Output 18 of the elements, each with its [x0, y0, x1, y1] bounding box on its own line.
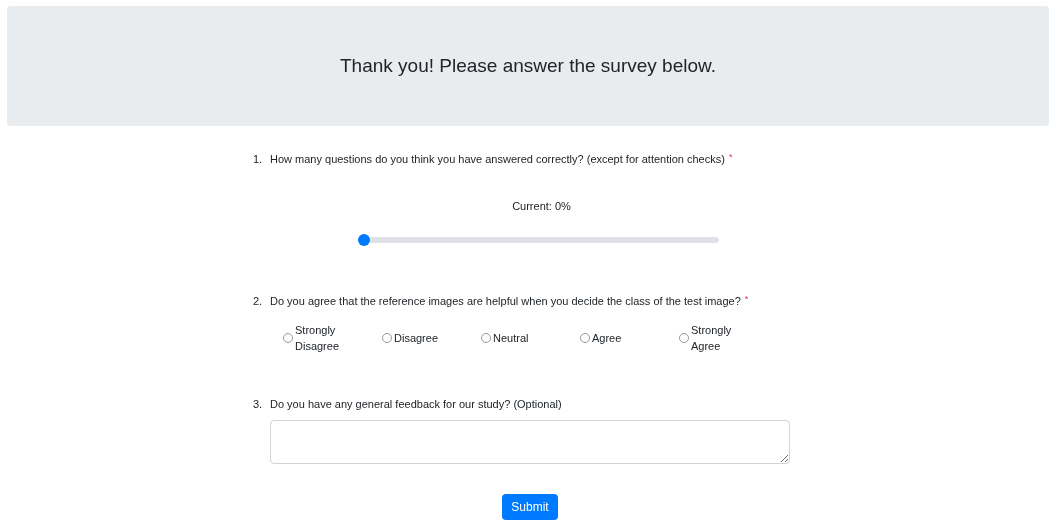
- radio-label: Strongly Disagree: [295, 322, 341, 354]
- submit-button[interactable]: Submit: [502, 494, 558, 520]
- feedback-field[interactable]: [270, 420, 790, 464]
- question-number: 3.: [253, 396, 264, 412]
- page-title: Thank you! Please answer the survey below.: [340, 53, 716, 78]
- question-text: Do you agree that the reference images are helpful when you decide the class of the test image?: [270, 294, 741, 309]
- radio-label: Disagree: [394, 330, 440, 346]
- radio-label: Neutral: [493, 330, 530, 346]
- radio-label: Strongly Agree: [691, 322, 733, 354]
- question-text: Do you have any general feedback for our study? (Optional): [270, 396, 562, 412]
- question-number: 2.: [253, 294, 264, 309]
- slider-reading: Current: 0%: [512, 198, 571, 214]
- question-number: 1.: [253, 152, 264, 167]
- radio-label: Agree: [592, 330, 623, 346]
- required-mark: *: [728, 151, 733, 164]
- question-text: How many questions do you think you have answered correctly? (except for attention checks): [270, 152, 725, 167]
- required-mark: *: [744, 293, 749, 306]
- slider-thumb[interactable]: [358, 234, 370, 246]
